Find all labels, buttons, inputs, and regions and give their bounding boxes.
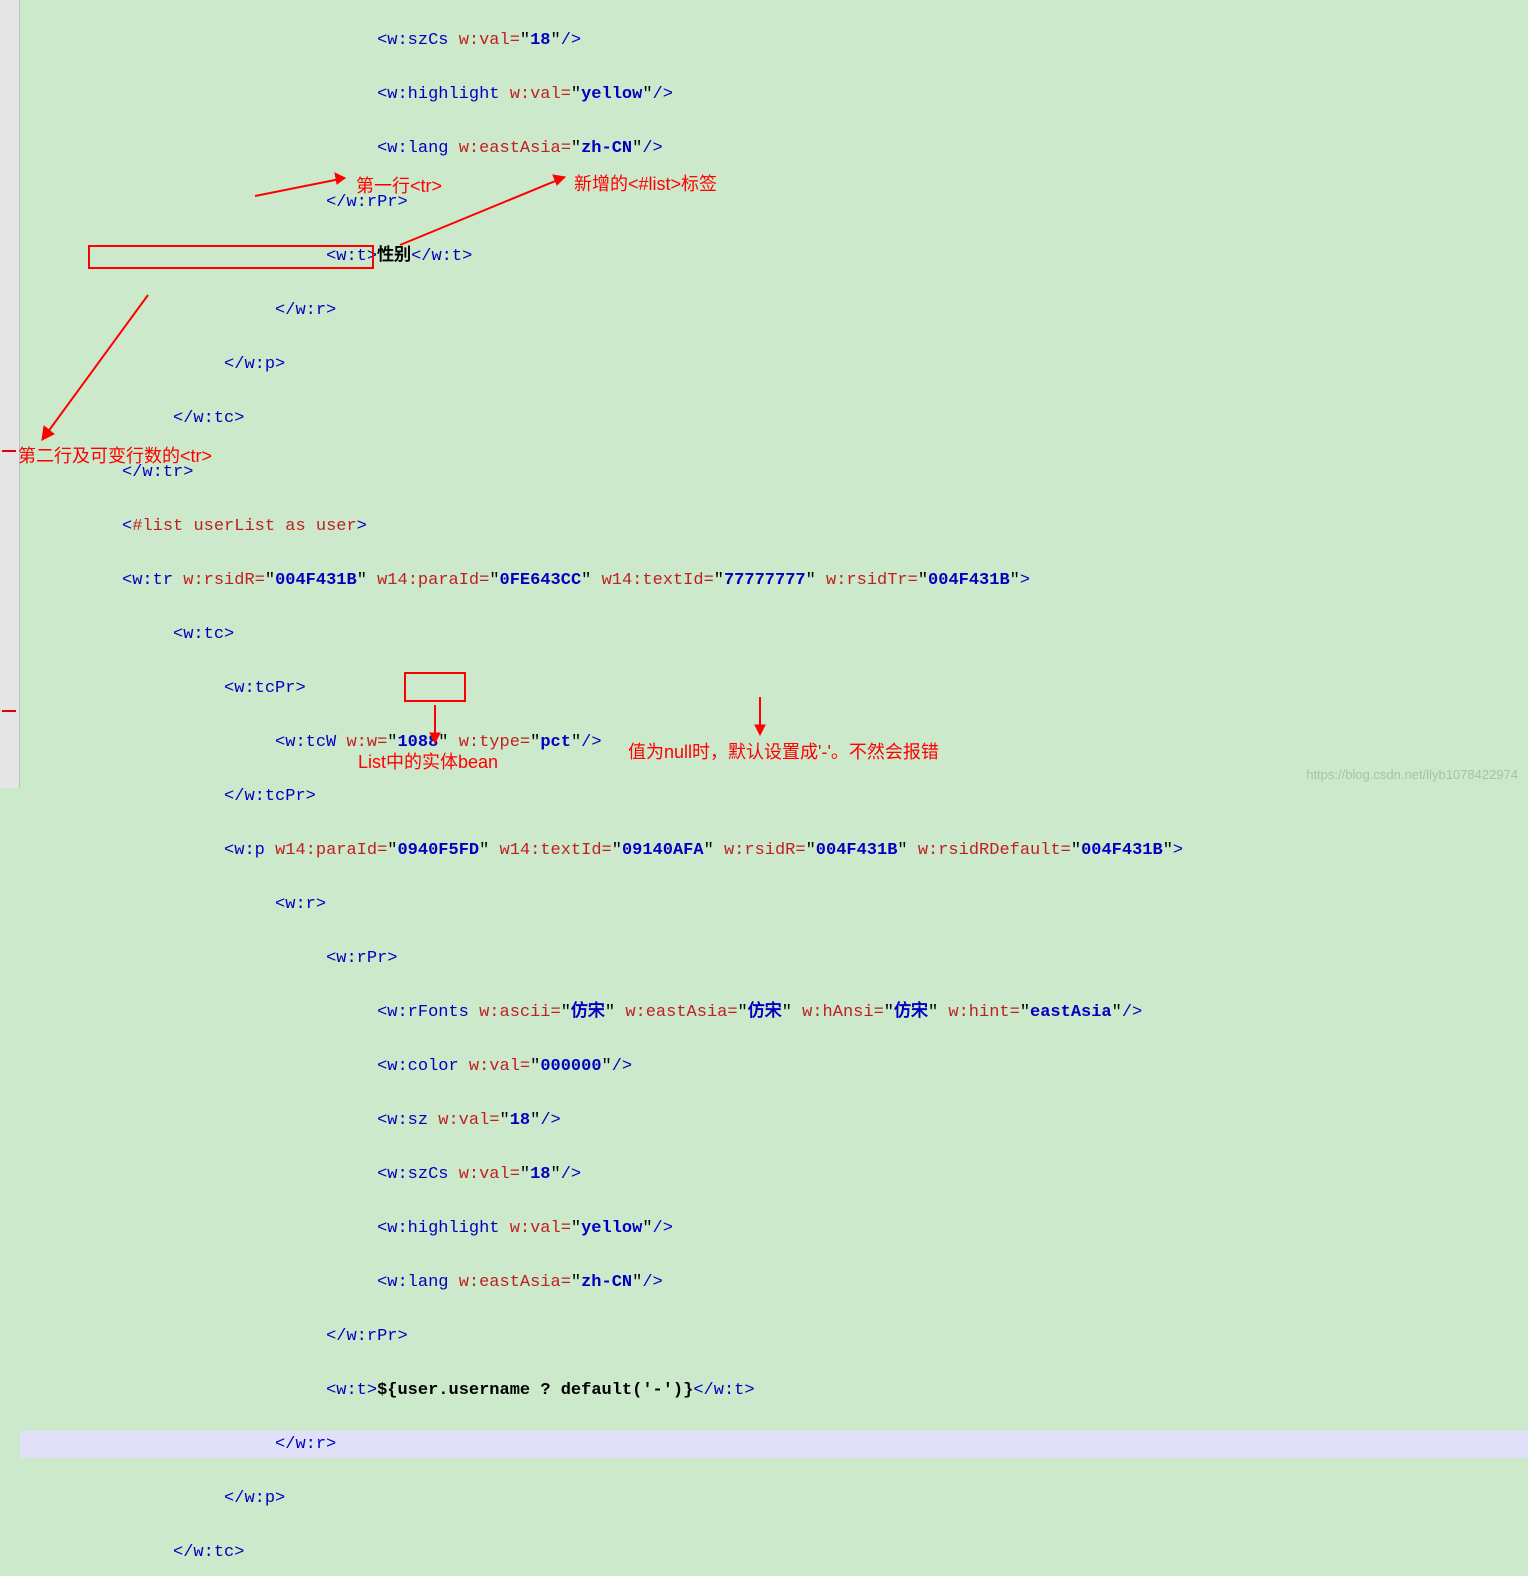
code-line: <w:t>${user.username ? default('-')}</w:… bbox=[20, 1377, 1528, 1404]
code-line: <#list userList as user> bbox=[20, 513, 1528, 540]
code-line: <w:tr w:rsidR="004F431B" w14:paraId="0FE… bbox=[20, 567, 1528, 594]
code-line: <w:lang w:eastAsia="zh-CN"/> bbox=[20, 1269, 1528, 1296]
code-line: </w:tc> bbox=[20, 405, 1528, 432]
code-line: <w:szCs w:val="18"/> bbox=[20, 1161, 1528, 1188]
code-line: </w:rPr> bbox=[20, 1323, 1528, 1350]
code-line: <w:tcPr> bbox=[20, 675, 1528, 702]
code-line: </w:p> bbox=[20, 351, 1528, 378]
code-line: </w:p> bbox=[20, 1485, 1528, 1512]
code-line: </w:tr> bbox=[20, 459, 1528, 486]
code-line: <w:tcW w:w="1088" w:type="pct"/> bbox=[20, 729, 1528, 756]
code-line: <w:highlight w:val="yellow"/> bbox=[20, 1215, 1528, 1242]
code-line: <w:p w14:paraId="0940F5FD" w14:textId="0… bbox=[20, 837, 1528, 864]
code-line: </w:rPr> bbox=[20, 189, 1528, 216]
watermark: https://blog.csdn.net/llyb1078422974 bbox=[1306, 767, 1518, 782]
code-line: <w:color w:val="000000"/> bbox=[20, 1053, 1528, 1080]
code-line: <w:lang w:eastAsia="zh-CN"/> bbox=[20, 135, 1528, 162]
code-line: <w:tc> bbox=[20, 621, 1528, 648]
code-line-current: </w:r> bbox=[20, 1431, 1528, 1458]
gutter bbox=[0, 0, 20, 788]
code-line: <w:rPr> bbox=[20, 945, 1528, 972]
code-line: <w:sz w:val="18"/> bbox=[20, 1107, 1528, 1134]
code-line: <w:rFonts w:ascii="仿宋" w:eastAsia="仿宋" w… bbox=[20, 999, 1528, 1026]
code-line: </w:tcPr> bbox=[20, 783, 1528, 810]
code-line: <w:r> bbox=[20, 891, 1528, 918]
code-line: <w:highlight w:val="yellow"/> bbox=[20, 81, 1528, 108]
code-line: <w:szCs w:val="18"/> bbox=[20, 27, 1528, 54]
code-editor[interactable]: <w:szCs w:val="18"/> <w:highlight w:val=… bbox=[20, 0, 1528, 1576]
code-line: </w:r> bbox=[20, 297, 1528, 324]
code-line: <w:t>性别</w:t> bbox=[20, 243, 1528, 270]
code-line: </w:tc> bbox=[20, 1539, 1528, 1566]
